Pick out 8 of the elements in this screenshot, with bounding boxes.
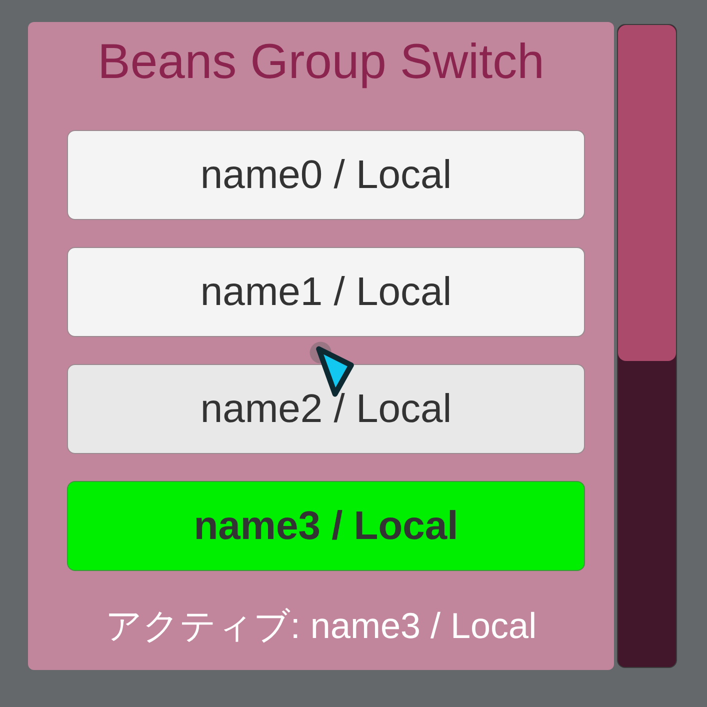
- scrollbar[interactable]: [617, 24, 677, 668]
- group-button[interactable]: name3 / Local: [67, 481, 585, 571]
- panel-title: Beans Group Switch: [98, 34, 544, 90]
- active-status-text: アクティブ: name3 / Local: [105, 605, 537, 647]
- group-button[interactable]: name2 / Local: [67, 364, 585, 454]
- scrollbar-handle[interactable]: [618, 25, 676, 361]
- group-button[interactable]: name0 / Local: [67, 130, 585, 220]
- group-button[interactable]: name1 / Local: [67, 247, 585, 337]
